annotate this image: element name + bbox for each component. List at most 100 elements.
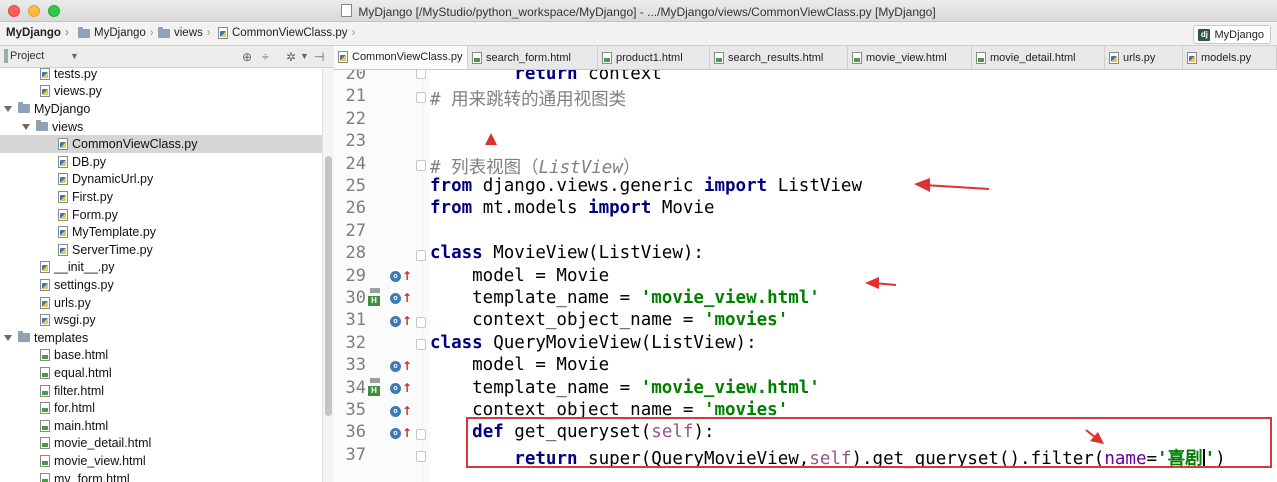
- django-icon: dj: [1198, 28, 1211, 41]
- scrollbar-thumb[interactable]: [325, 156, 332, 416]
- project-tree: tests.py views.py MyDjango views CommonV…: [0, 68, 322, 482]
- python-file-icon: [218, 27, 228, 39]
- html-file-icon: [40, 349, 50, 362]
- run-configuration-selector[interactable]: dj MyDjango: [1193, 25, 1271, 44]
- folder-icon: [158, 26, 170, 38]
- arrow-annotation-head-25: [914, 178, 930, 192]
- html-file-icon: [40, 384, 50, 397]
- breadcrumb-module[interactable]: MyDjango ›: [78, 26, 154, 39]
- html-file-icon: [714, 51, 724, 64]
- html-file-icon: [472, 51, 482, 64]
- python-file-icon: [40, 85, 50, 98]
- tree-item-my-form-html[interactable]: my_form.html: [0, 470, 322, 482]
- python-file-icon: [40, 261, 50, 274]
- chevron-right-icon: ›: [351, 27, 356, 39]
- tab-commonviewclass-py[interactable]: CommonViewClass.py: [334, 46, 468, 69]
- project-panel-header: Project ▼ ⊕ ÷ ✲ ▼ ⊣: [0, 46, 334, 68]
- hide-panel-icon[interactable]: ⊣: [314, 50, 324, 64]
- arrow-annotation-marker: [485, 133, 497, 145]
- tree-item-db-py[interactable]: DB.py: [0, 153, 322, 171]
- project-tree-scrollbar[interactable]: [322, 68, 334, 482]
- folder-icon: [78, 26, 90, 38]
- breadcrumb-views[interactable]: views ›: [158, 26, 211, 39]
- expand-arrow-icon[interactable]: [4, 105, 12, 112]
- tree-item-commonviewclass-py[interactable]: CommonViewClass.py: [0, 135, 322, 153]
- arrow-annotation-line-25: [923, 184, 990, 190]
- code-editor[interactable]: 20 21 22 23 24 25 26 27 28 29 30 31 32 3…: [334, 70, 1277, 482]
- tree-item-urls-py[interactable]: urls.py: [0, 294, 322, 312]
- tab-movie-view-html[interactable]: movie_view.html: [848, 46, 972, 69]
- gear-dropdown-icon[interactable]: ▼: [300, 51, 309, 61]
- html-file-icon: [976, 51, 986, 64]
- tree-item-views-py[interactable]: views.py: [0, 83, 322, 101]
- window-title-text: MyDjango [/MyStudio/python_workspace/MyD…: [358, 5, 936, 19]
- tree-item-movie-view-html[interactable]: movie_view.html: [0, 452, 322, 470]
- python-file-icon: [58, 190, 68, 203]
- breadcrumb-project[interactable]: MyDjango ›: [6, 27, 69, 39]
- tree-item-tests-py[interactable]: tests.py: [0, 68, 322, 83]
- tree-item-filter-html[interactable]: filter.html: [0, 382, 322, 400]
- python-file-icon: [1109, 51, 1119, 64]
- tree-item-equal-html[interactable]: equal.html: [0, 364, 322, 382]
- tree-item-settings-py[interactable]: settings.py: [0, 276, 322, 294]
- navigation-bar: MyDjango › MyDjango › views › CommonViewCla…: [0, 22, 1277, 46]
- python-file-icon: [40, 296, 50, 309]
- tree-item-first-py[interactable]: First.py: [0, 188, 322, 206]
- folder-icon: [18, 331, 30, 343]
- html-file-icon: [40, 454, 50, 467]
- scroll-from-source-icon[interactable]: ⊕: [242, 50, 252, 64]
- file-icon: [341, 4, 353, 17]
- tab-product1-html[interactable]: product1.html: [598, 46, 710, 69]
- python-file-icon: [58, 243, 68, 256]
- html-file-icon: [40, 472, 50, 482]
- python-file-icon: [40, 314, 50, 327]
- tree-item-mytemplate-py[interactable]: MyTemplate.py: [0, 223, 322, 241]
- tree-item-servertime-py[interactable]: ServerTime.py: [0, 241, 322, 259]
- chevron-right-icon: ›: [149, 27, 154, 39]
- tree-item-views-folder[interactable]: views: [0, 118, 322, 136]
- python-file-icon: [58, 138, 68, 151]
- chevron-right-icon: ›: [206, 27, 211, 39]
- python-file-icon: [40, 68, 50, 80]
- window-title: MyDjango [/MyStudio/python_workspace/MyD…: [0, 4, 1277, 19]
- tree-item-templates-folder[interactable]: templates: [0, 329, 322, 347]
- tab-models-py[interactable]: models.py: [1183, 46, 1277, 69]
- tree-item-wsgi-py[interactable]: wsgi.py: [0, 311, 322, 329]
- tree-item-form-py[interactable]: Form.py: [0, 206, 322, 224]
- tree-item-movie-detail-html[interactable]: movie_detail.html: [0, 435, 322, 453]
- tab-movie-detail-html[interactable]: movie_detail.html: [972, 46, 1105, 69]
- arrow-annotation-head-30: [865, 277, 879, 289]
- tree-item-base-html[interactable]: base.html: [0, 347, 322, 365]
- annotation-arrows: [485, 133, 1104, 444]
- html-file-icon: [40, 419, 50, 432]
- html-file-icon: [602, 51, 612, 64]
- editor-tab-bar: CommonViewClass.py search_form.html prod…: [334, 46, 1277, 70]
- tab-urls-py[interactable]: urls.py: [1105, 46, 1183, 69]
- tree-item-for-html[interactable]: for.html: [0, 399, 322, 417]
- tree-item-main-html[interactable]: main.html: [0, 417, 322, 435]
- gear-icon[interactable]: ✲: [286, 50, 296, 64]
- html-file-icon: [852, 51, 862, 64]
- python-file-icon: [58, 208, 68, 221]
- python-file-icon: [58, 226, 68, 239]
- tree-item-init-py[interactable]: __init__.py: [0, 259, 322, 277]
- collapse-all-icon[interactable]: ÷: [262, 50, 269, 64]
- expand-arrow-icon[interactable]: [4, 334, 12, 341]
- html-file-icon: [40, 437, 50, 450]
- breadcrumb-file[interactable]: CommonViewClass.py ›: [218, 27, 355, 39]
- tree-item-mydjango-folder[interactable]: MyDjango: [0, 100, 322, 118]
- python-file-icon: [58, 155, 68, 168]
- python-file-icon: [40, 278, 50, 291]
- project-panel-stripe: [4, 49, 8, 63]
- folder-icon: [36, 120, 48, 132]
- tab-search-results-html[interactable]: search_results.html: [710, 46, 848, 69]
- window-titlebar: MyDjango [/MyStudio/python_workspace/MyD…: [0, 0, 1277, 22]
- python-file-icon: [1187, 51, 1197, 64]
- chevron-right-icon: ›: [64, 27, 69, 39]
- python-file-icon: [58, 173, 68, 186]
- tree-item-dynamicurl-py[interactable]: DynamicUrl.py: [0, 171, 322, 189]
- dropdown-arrow-icon[interactable]: ▼: [70, 51, 79, 61]
- expand-arrow-icon[interactable]: [22, 123, 30, 130]
- tab-search-form-html[interactable]: search_form.html: [468, 46, 598, 69]
- project-view-selector[interactable]: Project: [10, 50, 44, 62]
